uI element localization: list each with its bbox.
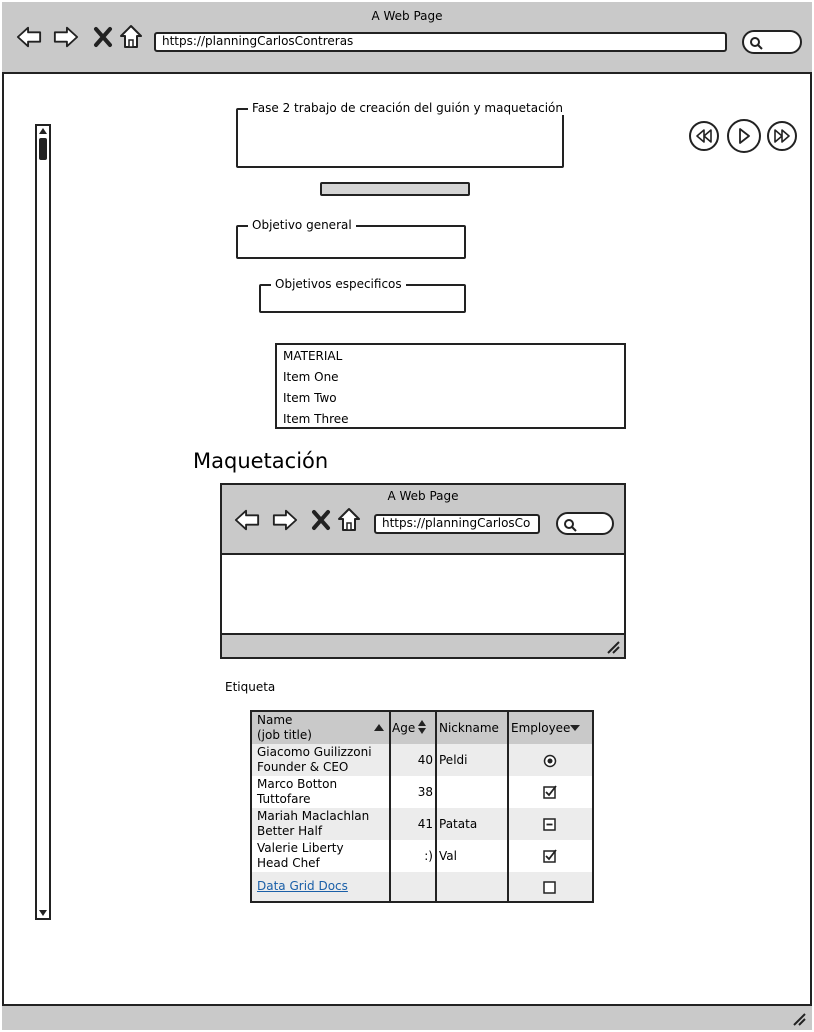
- mini-address-bar[interactable]: https://planningCarlosCo: [374, 514, 540, 534]
- list-header: MATERIAL: [283, 349, 343, 363]
- objetivo-general-label: Objetivo general: [248, 218, 356, 232]
- chevron-down-icon[interactable]: [570, 725, 580, 731]
- cell-title: Tuttofare: [257, 792, 311, 806]
- search-icon: [564, 519, 577, 532]
- close-icon[interactable]: [90, 24, 116, 50]
- objetivos-especificos-fieldset: Objetivos especificos: [259, 277, 466, 313]
- name-header-subtitle: (job title): [257, 728, 312, 742]
- home-icon[interactable]: [336, 506, 362, 532]
- back-arrow-icon[interactable]: [234, 507, 260, 533]
- etiqueta-label: Etiqueta: [225, 680, 276, 694]
- column-divider: [435, 712, 437, 901]
- objetivo-general-fieldset: Objetivo general: [236, 218, 466, 259]
- scrollbar-thumb[interactable]: [39, 138, 47, 160]
- sort-both-icon[interactable]: [418, 720, 426, 734]
- fase-fieldset: Fase 2 trabajo de creación del guión y m…: [236, 101, 567, 168]
- fast-forward-button[interactable]: [767, 121, 797, 151]
- cell-title: Founder & CEO: [257, 760, 349, 774]
- browser-toolbar: A Web Page https://planningCarlosContrer…: [2, 2, 812, 74]
- rewind-icon: [696, 129, 712, 143]
- mini-search-field[interactable]: [556, 512, 614, 535]
- cell-title: Better Half: [257, 824, 323, 838]
- browser-search-field[interactable]: [742, 30, 802, 54]
- search-icon: [750, 37, 763, 50]
- cell-age: :): [424, 849, 433, 863]
- employee-header[interactable]: Employee: [511, 721, 570, 735]
- close-icon[interactable]: [308, 507, 334, 533]
- cell-name: Mariah Maclachlan: [257, 809, 370, 823]
- cell-name: Giacomo Guilizzoni: [257, 745, 372, 759]
- list-item[interactable]: Item Three: [283, 412, 349, 426]
- nickname-header[interactable]: Nickname: [439, 721, 499, 735]
- name-header[interactable]: Name: [257, 713, 292, 727]
- home-icon[interactable]: [118, 23, 144, 49]
- resize-grip-icon[interactable]: [792, 1012, 806, 1026]
- rewind-button[interactable]: [689, 121, 719, 151]
- data-grid: Name (job title) Age Nickname Employee G…: [250, 710, 594, 903]
- address-bar[interactable]: https://planningCarlosContreras: [154, 32, 727, 52]
- list-item[interactable]: Item One: [283, 370, 339, 384]
- window-title: A Web Page: [371, 9, 443, 23]
- material-list[interactable]: MATERIAL Item One Item Two Item Three: [275, 343, 626, 429]
- objetivos-especificos-label: Objetivos especificos: [271, 277, 406, 291]
- fase-title: Fase 2 trabajo de creación del guión y m…: [248, 101, 567, 115]
- forward-arrow-icon[interactable]: [272, 507, 298, 533]
- mini-window-title: A Web Page: [387, 489, 459, 503]
- cell-name: Marco Botton: [257, 777, 338, 791]
- play-button[interactable]: [727, 119, 761, 153]
- cell-age: 38: [417, 785, 433, 799]
- data-grid-docs-link[interactable]: Data Grid Docs: [257, 879, 348, 893]
- forward-arrow-icon[interactable]: [53, 24, 79, 50]
- resize-grip-icon[interactable]: [606, 640, 620, 654]
- fast-forward-icon: [774, 129, 790, 143]
- checkbox-unchecked-icon[interactable]: [543, 881, 557, 895]
- age-header[interactable]: Age: [392, 721, 415, 735]
- checkbox-indeterminate-icon[interactable]: [543, 818, 557, 832]
- mini-browser-window: A Web Page https://planningCarlosCo: [220, 483, 626, 659]
- cell-name: Valerie Liberty: [257, 841, 344, 855]
- cell-title: Head Chef: [257, 856, 320, 870]
- page-heading: Maquetación: [193, 449, 329, 473]
- checkbox-checked-icon[interactable]: [543, 785, 557, 799]
- mini-browser-toolbar: A Web Page https://planningCarlosCo: [222, 485, 624, 555]
- cell-nickname: Val: [439, 849, 457, 863]
- cell-age: 41: [417, 817, 433, 831]
- column-divider: [389, 712, 391, 901]
- cell-nickname: Patata: [439, 817, 478, 831]
- sort-asc-icon[interactable]: [374, 724, 384, 731]
- column-divider: [507, 712, 509, 901]
- scroll-up-icon[interactable]: [39, 128, 47, 134]
- mini-status-bar: [222, 633, 624, 657]
- play-icon: [739, 128, 750, 144]
- cell-age: 40: [417, 753, 433, 767]
- back-arrow-icon[interactable]: [16, 24, 42, 50]
- progress-bar: [320, 182, 470, 196]
- list-item[interactable]: Item Two: [283, 391, 337, 405]
- vertical-scrollbar[interactable]: [35, 124, 51, 920]
- cell-nickname: Peldi: [439, 753, 468, 767]
- browser-status-bar: [2, 1004, 812, 1030]
- radio-selected-icon[interactable]: [543, 754, 557, 768]
- checkbox-checked-icon[interactable]: [543, 849, 557, 863]
- scroll-down-icon[interactable]: [39, 910, 47, 916]
